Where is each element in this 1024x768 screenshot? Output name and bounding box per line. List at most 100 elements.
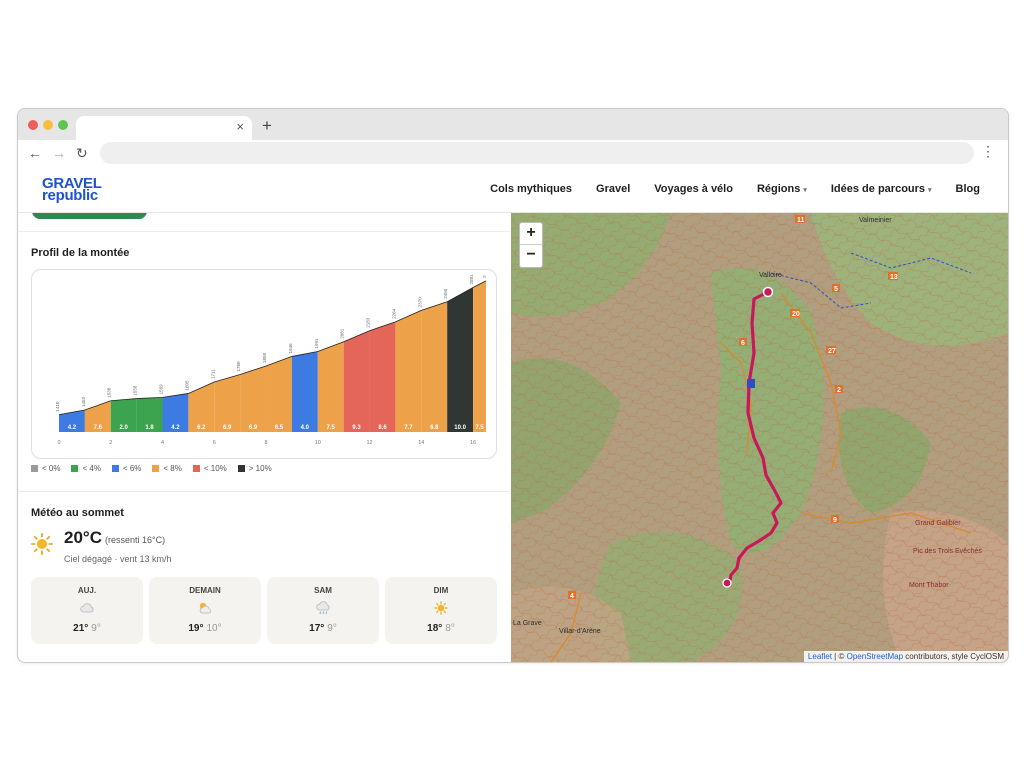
svg-text:13: 13 [890,274,898,281]
forecast-card: DEMAIN 19° 10° [149,577,261,644]
place-label-mont-thabor: Mont Thabor [909,582,949,589]
forecast-card: DIM 18° 8° [385,577,497,644]
close-window-button[interactable] [28,120,38,130]
segment-grade-label: 4.2 [171,425,180,431]
legend-label: < 4% [82,464,101,473]
elevation-chart-card: 4.2 7.6 2.0 1.8 4.2 6.2 6.9 6.9 6.5 4.0 7.5 9.3 8.6 7… [31,269,497,459]
legend-item: > 10% [237,464,272,473]
route-map[interactable]: 11 13 5 20 27 2 6 9 4 Valloire Valmeinie… [511,213,1008,662]
nav-label: Cols mythiques [490,183,573,195]
segment-grade-label: 6.5 [275,425,284,431]
legend-item: < 8% [152,464,182,473]
tab-close-icon[interactable]: × [236,120,244,134]
altitude-label: 1569 [159,384,164,395]
altitude-label: 1538 [107,387,112,398]
day-name: DIM [433,586,449,595]
nav-item-regions[interactable]: Régions ▾ [757,183,807,195]
legend-label: < 0% [42,464,61,473]
forecast-card: SAM 17° 9° [267,577,379,644]
zoom-in-button[interactable]: + [520,223,542,245]
altitude-label: 2370 [417,297,422,308]
leaflet-link[interactable]: Leaflet [808,652,832,661]
maximize-window-button[interactable] [58,120,68,130]
weather-condition: Ciel dégagé · vent 13 km/h [64,554,172,564]
segment-grade-label: 7.5 [327,425,336,431]
segment-grade-label: 8.6 [378,425,387,431]
x-tick-label: 12 [366,440,372,446]
day-name: AUJ. [77,586,97,595]
altitude-label: 1946 [288,343,293,354]
profile-segment [343,330,370,432]
osm-link[interactable]: OpenStreetMap [847,652,903,661]
altitude-label: 1711 [210,369,215,379]
minimize-window-button[interactable] [43,120,53,130]
reload-icon[interactable]: ↻ [76,146,88,160]
x-tick-label: 16 [470,440,476,446]
altitude-label: 2450 [443,288,448,299]
nav-item-blog[interactable]: Blog [956,183,980,195]
profile-segment [291,351,318,432]
day-temperatures: 19° 10° [149,623,261,634]
low-temp: 8° [445,623,455,634]
day-temperatures: 18° 8° [385,623,497,634]
route-end-marker[interactable] [762,286,774,298]
nav-item-voyages[interactable]: Voyages à vélo [654,183,733,195]
parking-icon [747,379,755,388]
browser-tab[interactable]: × [76,116,252,140]
green-action-button[interactable] [32,213,147,219]
day-temperatures: 21° 9° [31,623,143,634]
topographic-map[interactable]: 11 13 5 20 27 2 6 9 4 Valloire Valmeinie… [511,213,1008,662]
attribution-separator: | © [831,652,847,661]
legend-label: < 6% [122,464,142,473]
new-tab-button[interactable]: + [262,117,272,135]
altitude-label: 2581 [469,274,474,285]
divider [18,491,510,492]
altitude-label: 1605 [184,380,189,391]
grade-legend: < 0% < 4% < 6% < 8% < 10% > 10% [31,464,272,473]
segment-grade-label: 6.8 [430,425,439,431]
profile-segment [240,365,267,432]
url-input[interactable] [100,142,974,164]
back-arrow-icon[interactable]: ← [28,146,42,160]
forward-arrow-icon[interactable]: → [52,146,66,160]
place-label-grand-galibier: Grand Galibier [915,520,961,527]
profile-segment [317,341,344,432]
segment-grade-label: 4.0 [301,425,310,431]
altitude-label: 1453 [81,396,86,407]
x-tick-label: 2 [109,440,112,446]
nav-item-gravel[interactable]: Gravel [596,183,630,195]
segment-grade-label: 2.0 [120,425,129,431]
nav-item-idees-parcours[interactable]: Idées de parcours ▾ [831,183,932,195]
altitude-label: 2183 [366,317,371,328]
high-temp: 18° [427,623,443,634]
high-temp: 17° [309,623,325,634]
place-label-villar-darene: Villar-d'Arène [559,628,601,635]
legend-swatch [237,465,245,472]
browser-menu-icon[interactable]: ⋮ [981,143,995,160]
altitude-label: 2 [482,275,487,278]
zoom-out-button[interactable]: − [520,245,542,266]
weather-title: Météo au sommet [31,507,124,519]
x-tick-label: 14 [418,440,424,446]
high-temp: 21° [73,623,89,634]
altitude-label: 1780 [236,361,241,372]
segment-grade-label: 7.7 [404,425,413,431]
nav-label: Blog [955,183,980,195]
elevation-profile-chart: 4.2 7.6 2.0 1.8 4.2 6.2 6.9 6.9 6.5 4.0 7.5 9.3 8.6 7… [55,274,487,446]
site-logo[interactable]: GRAVEL republic [42,176,102,204]
high-temp: 19° [188,623,204,634]
logo-line-2: republic [42,187,98,204]
low-temp: 10° [206,623,222,634]
profile-segment [369,321,396,432]
feels-like: (ressenti 16°C) [104,535,166,545]
chevron-down-icon: ▾ [803,187,807,194]
legend-swatch [71,465,79,472]
legend-label: < 10% [203,464,227,473]
nav-item-cols-mythiques[interactable]: Cols mythiques [490,183,572,195]
route-start-marker[interactable] [722,578,732,588]
segment-grade-label: 10.0 [454,425,466,431]
divider [18,231,510,232]
segment-grade-label: 7.5 [475,425,484,431]
segment-grade-label: 4.2 [68,425,77,431]
legend-label: < 8% [163,464,182,473]
